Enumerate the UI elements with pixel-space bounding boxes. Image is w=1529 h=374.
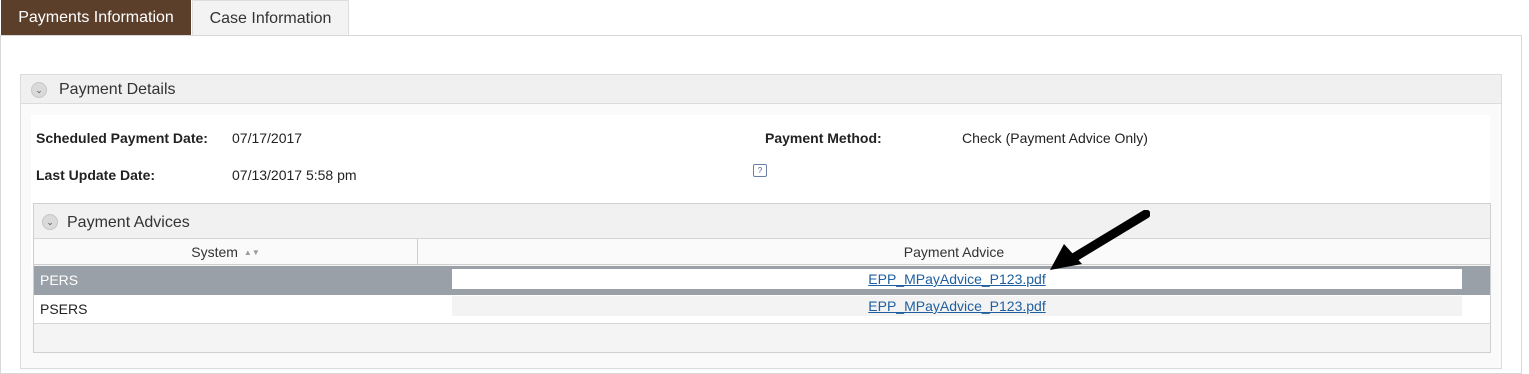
scheduled-payment-date-label: Scheduled Payment Date: bbox=[36, 130, 208, 146]
last-update-date-label: Last Update Date: bbox=[36, 167, 156, 183]
chevron-down-icon[interactable]: ⌄ bbox=[42, 214, 58, 230]
advice-cell: EPP_MPayAdvice_P123.pdf bbox=[452, 296, 1462, 316]
payment-advices-header[interactable]: ⌄ Payment Advices bbox=[34, 204, 1490, 239]
scheduled-payment-date-value: 07/17/2017 bbox=[232, 130, 303, 146]
payment-advice-link[interactable]: EPP_MPayAdvice_P123.pdf bbox=[452, 269, 1462, 289]
payment-method-value: Check (Payment Advice Only) bbox=[962, 130, 1148, 146]
last-update-date-value: 07/13/2017 5:58 pm bbox=[232, 167, 357, 183]
help-comment-icon[interactable]: ? bbox=[753, 164, 767, 177]
column-header-system[interactable]: System ▲▼ bbox=[34, 239, 418, 265]
system-cell: PERS bbox=[40, 272, 79, 288]
payment-advices-title: Payment Advices bbox=[67, 214, 190, 231]
system-cell: PSERS bbox=[40, 301, 88, 317]
table-row[interactable]: PERS EPP_MPayAdvice_P123.pdf bbox=[34, 266, 1490, 295]
payment-advices-section: ⌄ Payment Advices System ▲▼ Payment Advic… bbox=[33, 203, 1491, 353]
column-header-label: System bbox=[191, 244, 238, 260]
tab-payments-information[interactable]: Payments Information bbox=[1, 0, 191, 35]
payment-advice-link[interactable]: EPP_MPayAdvice_P123.pdf bbox=[452, 296, 1462, 316]
table-row[interactable]: PSERS EPP_MPayAdvice_P123.pdf bbox=[34, 295, 1490, 324]
payment-details-header[interactable]: ⌄ Payment Details bbox=[21, 75, 1501, 104]
tab-case-information[interactable]: Case Information bbox=[192, 0, 349, 35]
payment-details-section: ⌄ Payment Details Scheduled Payment Date… bbox=[20, 74, 1502, 369]
sort-icon[interactable]: ▲▼ bbox=[244, 248, 260, 257]
chevron-down-icon[interactable]: ⌄ bbox=[31, 82, 47, 98]
payment-method-label: Payment Method: bbox=[765, 130, 882, 146]
advice-cell: EPP_MPayAdvice_P123.pdf bbox=[452, 269, 1462, 289]
annotation-arrow-icon bbox=[1050, 210, 1150, 270]
column-header-payment-advice: Payment Advice bbox=[418, 239, 1490, 265]
payment-details-title: Payment Details bbox=[59, 81, 176, 98]
